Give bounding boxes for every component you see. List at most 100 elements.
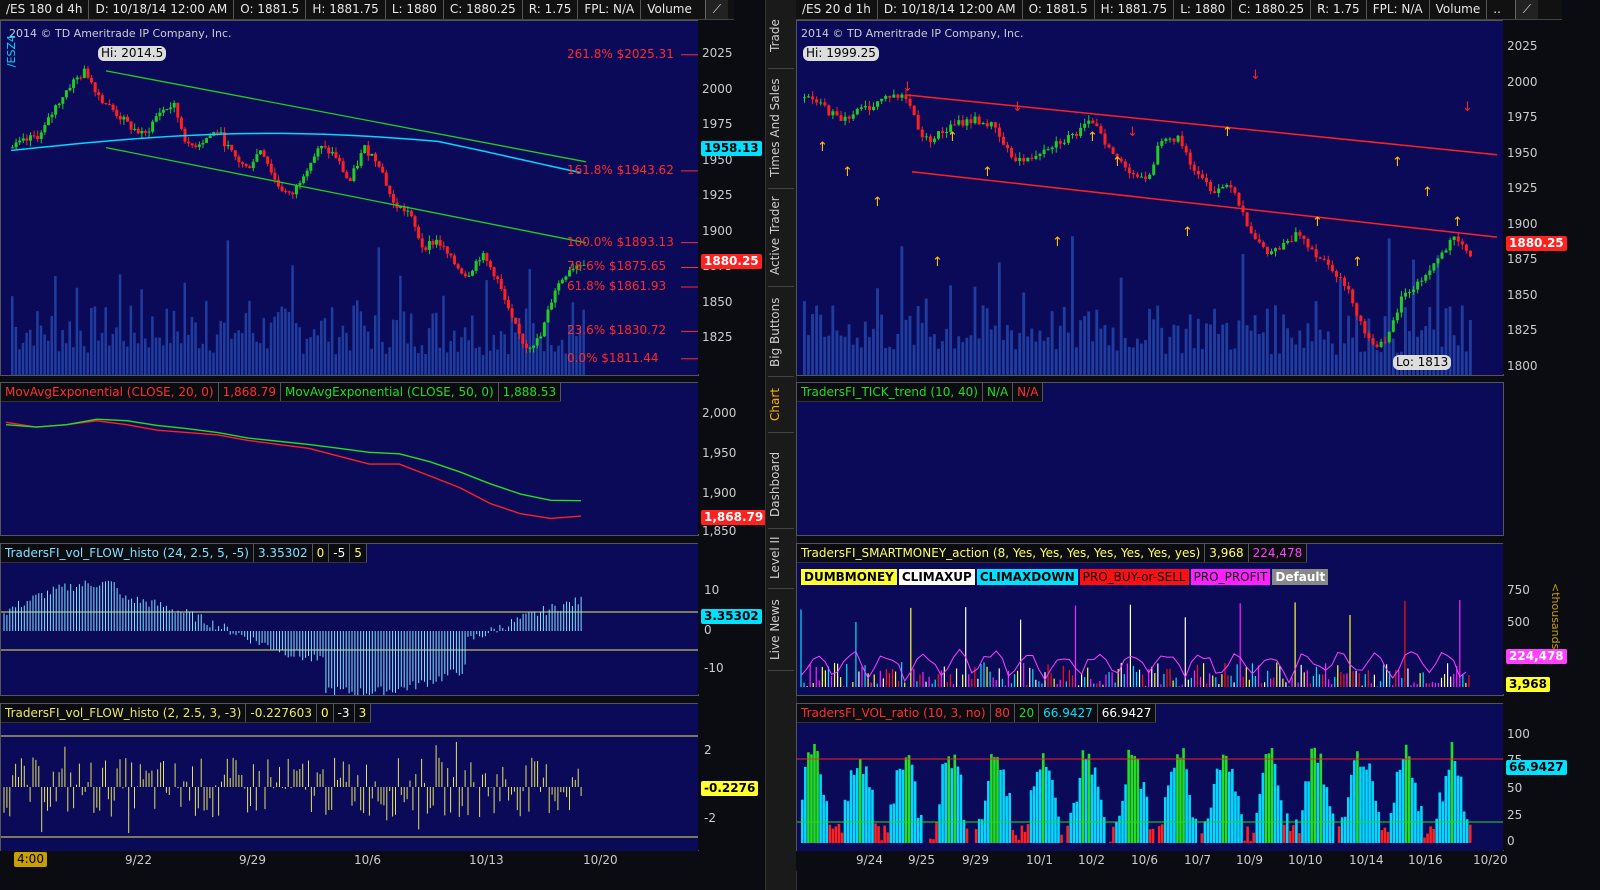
price-tick: 2000	[1507, 74, 1538, 89]
candle	[169, 107, 173, 110]
right-header-fpl: FPL: N/A	[1367, 0, 1430, 19]
fib-level-label: 0.0% $1811.44	[567, 350, 659, 365]
right-price-panel[interactable]: ↑ ↑ ↑ ↑ ↑ ↑ ↑ ↑ ↑ ↑ ↑ ↑ ↑ ↑ ↑ ↑ ↓ ↓ ↓ ↓ ↓ 2014 © TD Ameritra…	[796, 20, 1504, 376]
volume-bar	[230, 338, 233, 375]
volratio-bar	[1051, 779, 1054, 843]
drawing-tool-icon[interactable]: ⟋	[705, 0, 728, 19]
flow2-label[interactable]: TradersFI_vol_FLOW_histo (2, 2.5, 3, -3)	[1, 704, 247, 722]
candle	[1237, 192, 1241, 206]
volratio-bar	[822, 794, 825, 843]
buy-arrow: ↑	[1352, 255, 1363, 270]
candle	[880, 98, 884, 102]
tab-live-news[interactable]: Live News	[768, 590, 794, 671]
candle	[86, 68, 90, 78]
right-price-chart[interactable]: ↑ ↑ ↑ ↑ ↑ ↑ ↑ ↑ ↑ ↑ ↑ ↑ ↑ ↑ ↑ ↑ ↓ ↓ ↓ ↓ ↓	[797, 21, 1503, 375]
right-smartmoney-panel[interactable]: TradersFI_SMARTMONEY_action (8, Yes, Yes…	[796, 543, 1504, 696]
volratio-bar	[987, 780, 990, 843]
smartmoney-histogram[interactable]	[797, 544, 1503, 695]
left-header-range: R: 1.75	[523, 0, 579, 19]
tick-study-label[interactable]: TradersFI_TICK_trend (10, 40)	[797, 383, 983, 401]
volratio-bar	[819, 774, 822, 843]
left-header-symbol[interactable]: /ES 180 d 4h	[0, 0, 90, 19]
volratio-bar	[1249, 840, 1252, 843]
candle	[867, 106, 871, 110]
smart-unit-label: <thousands>	[1549, 583, 1562, 659]
right-header-date: D: 10/18/14 12:00 AM	[878, 0, 1023, 19]
volratio-bar	[1011, 829, 1015, 843]
left-flow1-panel[interactable]: TradersFI_vol_FLOW_histo (24, 2.5, 5, -5…	[0, 543, 699, 696]
candle	[100, 95, 104, 104]
flow1-histogram[interactable]	[1, 544, 698, 695]
smart-study-v1: 3,968	[1205, 544, 1249, 562]
volratio-bar	[1112, 826, 1115, 843]
candle	[1095, 123, 1099, 127]
candle	[294, 184, 298, 195]
flow2-histogram[interactable]	[1, 704, 698, 851]
volratio-bar	[1017, 839, 1021, 843]
tab-active-trader[interactable]: Active Trader	[768, 186, 794, 287]
ma50-label[interactable]: MovAvgExponential (CLOSE, 50, 0)	[281, 383, 499, 401]
sell-arrow: ↓	[902, 80, 913, 95]
volratio-bar	[1127, 749, 1130, 843]
left-flow2-panel[interactable]: TradersFI_vol_FLOW_histo (2, 2.5, 3, -3)…	[0, 703, 699, 852]
candle	[233, 150, 237, 157]
left-price-chart[interactable]	[1, 21, 698, 375]
volratio-bar	[1234, 791, 1237, 843]
candle	[1168, 138, 1172, 140]
volume-bar	[1229, 349, 1233, 375]
candle	[1225, 184, 1229, 187]
smart-study-label[interactable]: TradersFI_SMARTMONEY_action (8, Yes, Yes…	[797, 544, 1206, 562]
volratio-bar	[935, 822, 938, 843]
volume-bar	[169, 343, 172, 375]
left-price-panel[interactable]: 2014 © TD Ameritrade IP Company, Inc. /E…	[0, 20, 699, 376]
candle	[1103, 133, 1107, 145]
candle	[485, 253, 489, 262]
candle	[535, 338, 539, 346]
tick-study-header: TradersFI_TICK_trend (10, 40) N/A N/A	[797, 383, 1044, 402]
candle	[255, 154, 259, 162]
ma-tick: 1,950	[702, 446, 737, 460]
volume-bar	[1083, 315, 1087, 375]
ratio-tick: 0	[1507, 834, 1515, 848]
flow1-label[interactable]: TradersFI_vol_FLOW_histo (24, 2.5, 5, -5…	[1, 544, 254, 562]
volratio-area-chart[interactable]	[797, 704, 1503, 851]
volratio-bar	[1337, 826, 1341, 843]
tab-chart[interactable]: Chart	[768, 378, 794, 433]
candle	[803, 97, 806, 99]
volratio-bar	[1407, 756, 1411, 843]
volratio-bar	[1273, 763, 1277, 843]
ma20-label[interactable]: MovAvgExponential (CLOSE, 20, 0)	[1, 383, 219, 401]
volratio-bar	[886, 832, 889, 843]
volume-bar	[205, 300, 208, 375]
volratio-bar	[1450, 742, 1454, 843]
left-ma-panel[interactable]: MovAvgExponential (CLOSE, 20, 0) 1,868.7…	[0, 382, 699, 536]
right-tick-panel[interactable]: TradersFI_TICK_trend (10, 40) N/A N/A	[796, 382, 1504, 536]
volratio-bar	[1170, 771, 1173, 843]
left-ma-chart[interactable]	[1, 383, 698, 535]
drawing-tool-icon[interactable]: ⟋	[1515, 0, 1538, 19]
volume-bar	[803, 301, 806, 375]
candle	[28, 135, 32, 141]
volume-bar	[93, 306, 97, 375]
volume-bar	[251, 333, 255, 375]
candle	[179, 117, 183, 129]
volume-bar	[977, 338, 981, 375]
volume-bar	[1123, 337, 1127, 375]
right-header-more[interactable]: ...	[1487, 0, 1502, 19]
volume-bar	[1001, 339, 1005, 375]
volratio-bar	[810, 754, 813, 843]
right-x-label: 10/14	[1349, 853, 1384, 867]
ma-badge: 1,868.79	[701, 510, 767, 525]
ratio-tick: 100	[1507, 727, 1530, 741]
ratio-study-label[interactable]: TradersFI_VOL_ratio (10, 3, no)	[797, 704, 991, 722]
tab-trade[interactable]: Trade	[768, 4, 794, 69]
tab-level-ii[interactable]: Level II	[768, 528, 794, 589]
right-header-symbol[interactable]: /ES 20 d 1h	[796, 0, 878, 19]
tab-big-buttons[interactable]: Big Buttons	[768, 288, 794, 377]
tab-times-and-sales[interactable]: Times And Sales	[768, 68, 794, 189]
buy-arrow: ↑	[1087, 130, 1098, 145]
tab-dashboard[interactable]: Dashboard	[768, 440, 794, 529]
right-volratio-panel[interactable]: TradersFI_VOL_ratio (10, 3, no) 80 20 66…	[796, 703, 1504, 852]
candle	[54, 105, 58, 115]
volume-bar	[64, 343, 68, 375]
